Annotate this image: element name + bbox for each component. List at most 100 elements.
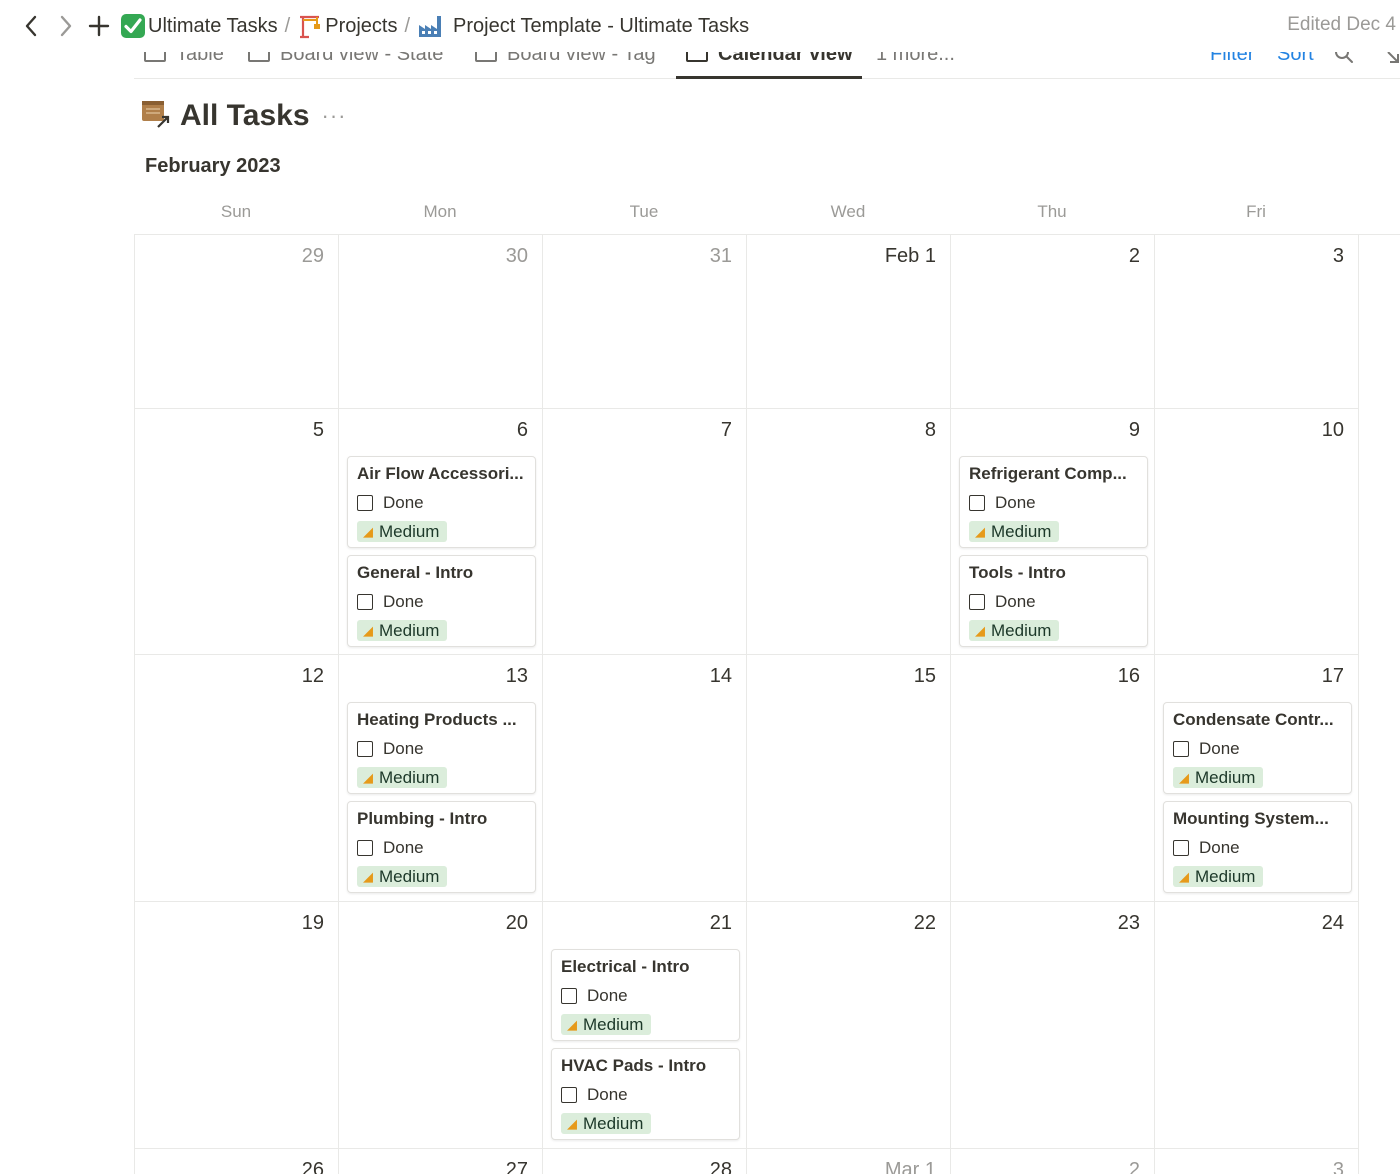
check-mark-emoji-icon <box>120 13 146 39</box>
task-card[interactable]: Refrigerant Comp... Done ◢ Medium <box>959 456 1148 548</box>
calendar-day-cell[interactable]: 27 <box>339 1149 543 1174</box>
calendar-day-cell[interactable]: 3 <box>1155 235 1359 409</box>
calendar-day-cell[interactable]: 29 <box>135 235 339 409</box>
task-card[interactable]: Heating Products ... Done ◢ Medium <box>347 702 536 794</box>
calendar-day-cell[interactable]: 10 <box>1155 409 1359 655</box>
priority-tag: ◢ Medium <box>357 767 448 788</box>
priority-label: Medium <box>583 1014 644 1034</box>
task-title: General - Intro <box>357 563 474 582</box>
calendar-day-cell[interactable]: 3 <box>1155 1149 1359 1174</box>
task-done-field: Done <box>561 986 628 1006</box>
priority-tag: ◢ Medium <box>357 521 448 542</box>
day-number: 22 <box>913 912 936 934</box>
priority-tag: ◢ Medium <box>357 620 448 641</box>
calendar-day-cell[interactable]: 7 <box>543 409 747 655</box>
task-done-field: Done <box>357 838 424 858</box>
day-number: 23 <box>1117 912 1140 934</box>
day-number: 2 <box>1128 1159 1140 1174</box>
calendar-day-cell[interactable]: Mar 1 <box>747 1149 951 1174</box>
calendar-day-cell[interactable]: 30 <box>339 235 543 409</box>
calendar-day-cell[interactable]: 8 <box>747 409 951 655</box>
task-card[interactable]: Electrical - Intro Done ◢ Medium <box>551 949 740 1041</box>
task-card[interactable]: General - Intro Done ◢ Medium <box>347 555 536 647</box>
breadcrumb-project-template[interactable]: Project Template - Ultimate Tasks <box>417 13 749 39</box>
done-checkbox[interactable] <box>357 741 373 757</box>
done-checkbox[interactable] <box>969 495 985 511</box>
day-number: 30 <box>505 245 528 267</box>
calendar-day-cell[interactable]: 9 Refrigerant Comp... Done ◢ Medium Tools - I… <box>951 409 1155 655</box>
day-number: 21 <box>709 912 732 934</box>
priority-tag: ◢ Medium <box>357 866 448 887</box>
done-label: Done <box>587 986 628 1005</box>
calendar-day-cell[interactable]: 19 <box>135 902 339 1149</box>
task-card[interactable]: Mounting System... Done ◢ Medium <box>1163 801 1352 893</box>
back-arrow-icon[interactable] <box>16 10 46 42</box>
priority-tag: ◢ Medium <box>1173 866 1264 887</box>
task-card[interactable]: HVAC Pads - Intro Done ◢ Medium <box>551 1048 740 1140</box>
day-number: 20 <box>505 912 528 934</box>
cheese-icon: ◢ <box>1179 769 1189 785</box>
calendar-day-cell[interactable]: Feb 1 <box>747 235 951 409</box>
breadcrumb-label: Projects <box>325 14 398 37</box>
task-card[interactable]: Plumbing - Intro Done ◢ Medium <box>347 801 536 893</box>
forward-arrow-icon[interactable] <box>51 10 81 42</box>
breadcrumb-projects[interactable]: Projects <box>297 13 397 39</box>
task-done-field: Done <box>1173 838 1240 858</box>
task-card[interactable]: Air Flow Accessori... Done ◢ Medium <box>347 456 536 548</box>
cheese-icon: ◢ <box>975 622 985 638</box>
breadcrumb-label: Ultimate Tasks <box>148 14 278 37</box>
task-done-field: Done <box>357 739 424 759</box>
breadcrumb-separator: / <box>404 14 411 37</box>
calendar-day-cell[interactable]: 20 <box>339 902 543 1149</box>
done-label: Done <box>995 493 1036 512</box>
calendar-day-cell[interactable]: 17 Condensate Contr... Done ◢ Medium Mounting… <box>1155 655 1359 902</box>
done-checkbox[interactable] <box>357 594 373 610</box>
done-checkbox[interactable] <box>357 495 373 511</box>
done-checkbox[interactable] <box>1173 840 1189 856</box>
calendar-day-cell[interactable]: 2 <box>951 1149 1155 1174</box>
done-checkbox[interactable] <box>561 1087 577 1103</box>
calendar-day-cell[interactable]: 31 <box>543 235 747 409</box>
top-bar: Ultimate Tasks / Projects / Project Temp… <box>0 0 1400 52</box>
calendar-day-cell[interactable]: 23 <box>951 902 1155 1149</box>
day-number: 3 <box>1332 245 1344 267</box>
done-checkbox[interactable] <box>969 594 985 610</box>
done-checkbox[interactable] <box>1173 741 1189 757</box>
new-page-plus-icon[interactable] <box>84 10 114 42</box>
database-title: All Tasks ··· <box>140 96 347 136</box>
day-number: 2 <box>1128 245 1140 267</box>
construction-emoji-icon <box>297 13 323 39</box>
task-title: Mounting System... <box>1173 809 1329 828</box>
calendar-grid: 29 30 31 Feb 1 2 3 5 6 Air Flow Accessori... Done… <box>134 234 1400 1174</box>
calendar-day-cell[interactable]: 15 <box>747 655 951 902</box>
day-number: 29 <box>301 245 324 267</box>
calendar-day-cell[interactable]: 6 Air Flow Accessori... Done ◢ Medium General… <box>339 409 543 655</box>
breadcrumb-ultimate-tasks[interactable]: Ultimate Tasks <box>120 13 278 39</box>
database-title-text[interactable]: All Tasks <box>180 99 310 133</box>
calendar-day-cell[interactable]: 2 <box>951 235 1155 409</box>
task-card[interactable]: Tools - Intro Done ◢ Medium <box>959 555 1148 647</box>
calendar-day-cell[interactable]: 28 <box>543 1149 747 1174</box>
breadcrumb: Ultimate Tasks / Projects / Project Temp… <box>120 12 749 40</box>
calendar-day-cell[interactable]: 24 <box>1155 902 1359 1149</box>
scroll-link-emoji-icon <box>140 98 172 135</box>
calendar-day-cell[interactable]: 14 <box>543 655 747 902</box>
calendar-day-cell[interactable]: 5 <box>135 409 339 655</box>
calendar-day-cell[interactable]: 22 <box>747 902 951 1149</box>
calendar-day-cell[interactable]: 13 Heating Products ... Done ◢ Medium Plumbin… <box>339 655 543 902</box>
task-title: Refrigerant Comp... <box>969 464 1127 483</box>
calendar-day-cell[interactable]: 12 <box>135 655 339 902</box>
day-number: Mar 1 <box>884 1159 936 1174</box>
task-title: HVAC Pads - Intro <box>561 1056 707 1075</box>
calendar-day-cell[interactable]: 16 <box>951 655 1155 902</box>
done-checkbox[interactable] <box>561 988 577 1004</box>
task-card[interactable]: Condensate Contr... Done ◢ Medium <box>1163 702 1352 794</box>
calendar-day-cell[interactable]: 21 Electrical - Intro Done ◢ Medium HVAC Pads… <box>543 902 747 1149</box>
more-options-icon[interactable]: ··· <box>322 103 347 129</box>
saturday-column-edge <box>1359 235 1400 1174</box>
done-label: Done <box>383 592 424 611</box>
cheese-icon: ◢ <box>567 1115 577 1131</box>
done-checkbox[interactable] <box>357 840 373 856</box>
calendar-day-cell[interactable]: 26 <box>135 1149 339 1174</box>
cheese-icon: ◢ <box>363 769 373 785</box>
